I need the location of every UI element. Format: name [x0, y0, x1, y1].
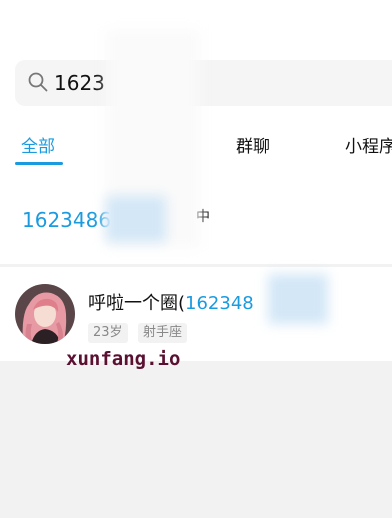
- avatar: [15, 284, 75, 344]
- privacy-blur: [106, 196, 166, 242]
- tab-mini-program[interactable]: 小程序: [345, 132, 392, 157]
- result-title: 1623486: [22, 208, 112, 232]
- privacy-blur: [268, 274, 328, 324]
- search-icon[interactable]: [28, 72, 48, 92]
- contact-name: 呼啦一个圈(162348: [88, 289, 254, 315]
- search-query-text[interactable]: 1623: [54, 70, 105, 96]
- age-tag: 23岁: [88, 323, 128, 343]
- active-tab-indicator: [15, 162, 63, 165]
- contact-name-match: 162348: [185, 293, 254, 314]
- tab-group-chat[interactable]: 群聊: [236, 132, 270, 157]
- list-item[interactable]: 呼啦一个圈(162348 23岁 射手座: [0, 267, 392, 361]
- contact-name-prefix: 呼啦一个圈(: [88, 293, 186, 314]
- tab-all[interactable]: 全部: [21, 132, 55, 157]
- watermark-text: xunfang.io: [66, 348, 181, 370]
- zodiac-tag: 射手座: [138, 323, 188, 343]
